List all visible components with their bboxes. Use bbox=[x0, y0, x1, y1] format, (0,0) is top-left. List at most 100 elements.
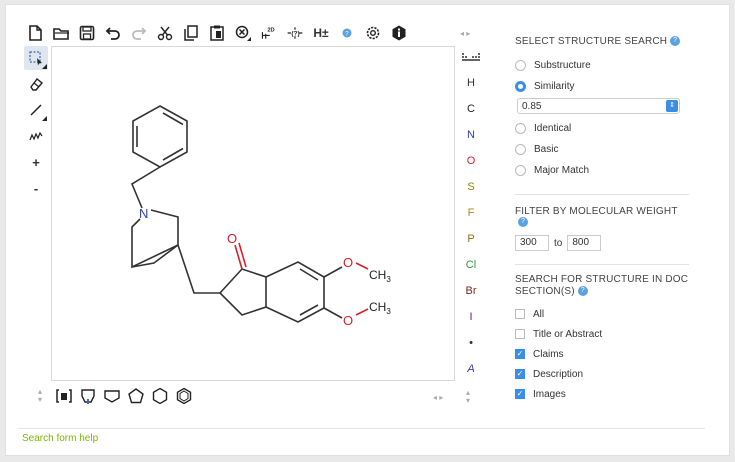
molecule-drawing: N O O O CH3 CH3 bbox=[130, 105, 391, 328]
element-button[interactable]: Br bbox=[460, 278, 482, 304]
settings-gear-icon[interactable] bbox=[360, 21, 386, 45]
radio-identical[interactable]: Identical bbox=[515, 118, 690, 139]
template-library-icon[interactable] bbox=[52, 385, 76, 407]
search-options-panel: SELECT STRUCTURE SEARCH? Substructure Si… bbox=[515, 36, 690, 404]
radio-substructure[interactable]: Substructure bbox=[515, 55, 690, 76]
cyclobutane-ring-icon[interactable] bbox=[100, 385, 124, 407]
bottom-scroll-arrows[interactable]: ◂ ▸ bbox=[433, 393, 443, 402]
toolbar-scroll-arrows[interactable]: ◂ ▸ bbox=[460, 29, 470, 38]
benzene-ring-icon[interactable] bbox=[172, 385, 196, 407]
help-icon[interactable]: ? bbox=[577, 286, 588, 297]
radio-button[interactable] bbox=[515, 60, 526, 71]
radio-major-match[interactable]: Major Match bbox=[515, 160, 690, 181]
section-checkbox-row[interactable]: All bbox=[515, 304, 690, 324]
copy-icon[interactable] bbox=[178, 21, 204, 45]
elements-scroll-arrows[interactable]: ▴ ▾ bbox=[466, 389, 470, 405]
structure-search-heading: SELECT STRUCTURE SEARCH? bbox=[515, 36, 690, 47]
radio-similarity[interactable]: Similarity bbox=[515, 76, 690, 97]
element-button[interactable]: C bbox=[460, 96, 482, 122]
redo-icon[interactable] bbox=[126, 21, 152, 45]
custom-template-icon[interactable] bbox=[76, 385, 100, 407]
checkbox-label: All bbox=[533, 308, 545, 320]
radio-basic[interactable]: Basic bbox=[515, 139, 690, 160]
editor-toolbar: 2D (?) H± ? bbox=[22, 20, 412, 46]
element-button[interactable]: O bbox=[460, 148, 482, 174]
selection-tool-icon[interactable] bbox=[24, 46, 48, 70]
element-button[interactable]: P bbox=[460, 226, 482, 252]
molecular-weight-heading: FILTER BY MOLECULAR WEIGHT? bbox=[515, 206, 678, 228]
eraser-tool-icon[interactable] bbox=[24, 72, 48, 96]
cyclohexane-ring-icon[interactable] bbox=[148, 385, 172, 407]
radio-button[interactable] bbox=[515, 144, 526, 155]
radio-button-selected[interactable] bbox=[515, 81, 526, 92]
divider bbox=[515, 194, 689, 195]
open-folder-icon[interactable] bbox=[48, 21, 74, 45]
checkbox-checked[interactable]: ✓ bbox=[515, 389, 525, 399]
save-icon[interactable] bbox=[74, 21, 100, 45]
methyl-label-2: CH3 bbox=[369, 300, 391, 316]
ketone-oxygen-label: O bbox=[227, 231, 237, 246]
section-checkbox-row[interactable]: ✓ Description bbox=[515, 364, 690, 384]
checkbox-label: Title or Abstract bbox=[533, 328, 603, 340]
to-label: to bbox=[554, 237, 563, 249]
section-checkbox-row[interactable]: ✓ Claims bbox=[515, 344, 690, 364]
check-structure-icon[interactable]: (?) bbox=[282, 21, 308, 45]
divider bbox=[515, 264, 689, 265]
decrease-charge-button[interactable]: - bbox=[24, 176, 48, 200]
ring-template-toolbar: ▴ ▾ bbox=[28, 385, 196, 407]
methyl-label-1: CH3 bbox=[369, 268, 391, 284]
erase-all-icon[interactable] bbox=[230, 21, 256, 45]
select-arrows-icon[interactable]: ⇕ bbox=[666, 100, 678, 112]
element-palette: H C N O S F P Cl Br I • A bbox=[460, 46, 482, 382]
radio-button[interactable] bbox=[515, 123, 526, 134]
checkbox-checked[interactable]: ✓ bbox=[515, 369, 525, 379]
element-button[interactable]: N bbox=[460, 122, 482, 148]
radio-button[interactable] bbox=[515, 165, 526, 176]
checkbox-label: Claims bbox=[533, 348, 564, 360]
clean-2d-icon[interactable]: 2D bbox=[256, 21, 282, 45]
new-document-icon[interactable] bbox=[22, 21, 48, 45]
about-icon[interactable] bbox=[386, 21, 412, 45]
cyclopentane-ring-icon[interactable] bbox=[124, 385, 148, 407]
element-button[interactable]: Cl bbox=[460, 252, 482, 278]
element-button[interactable]: • bbox=[460, 330, 482, 356]
help-icon[interactable]: ? bbox=[518, 217, 528, 228]
help-icon[interactable]: ? bbox=[670, 36, 681, 47]
checkbox-label: Description bbox=[533, 368, 584, 380]
cut-icon[interactable] bbox=[152, 21, 178, 45]
element-button[interactable]: I bbox=[460, 304, 482, 330]
paste-icon[interactable] bbox=[204, 21, 230, 45]
undo-icon[interactable] bbox=[100, 21, 126, 45]
left-tool-palette: + - bbox=[24, 46, 50, 202]
search-form-help-link[interactable]: Search form help bbox=[22, 433, 98, 444]
methoxy-oxygen-label-1: O bbox=[343, 255, 353, 270]
structure-drawing-canvas[interactable]: N O O O CH3 CH3 bbox=[51, 46, 455, 381]
element-button[interactable]: S bbox=[460, 174, 482, 200]
single-bond-tool-icon[interactable] bbox=[24, 98, 48, 122]
section-checkbox-row[interactable]: ✓ Images bbox=[515, 384, 690, 404]
element-button[interactable]: F bbox=[460, 200, 482, 226]
scroll-updown-icon[interactable]: ▴ ▾ bbox=[28, 385, 52, 407]
similarity-threshold-select[interactable]: 0.85 ⇕ bbox=[517, 98, 680, 114]
doc-section-heading: SEARCH FOR STRUCTURE IN DOC SECTION(S)? bbox=[515, 274, 689, 297]
element-button[interactable]: H bbox=[460, 70, 482, 96]
min-weight-input[interactable]: 300 bbox=[515, 235, 549, 251]
chain-tool-icon[interactable] bbox=[24, 124, 48, 148]
checkbox[interactable] bbox=[515, 329, 525, 339]
svg-text:2D: 2D bbox=[267, 27, 274, 33]
methoxy-oxygen-label-2: O bbox=[343, 313, 353, 328]
max-weight-input[interactable]: 800 bbox=[567, 235, 602, 251]
molecular-weight-range: 300 to 800 bbox=[515, 235, 690, 251]
nitrogen-atom-label: N bbox=[139, 206, 148, 221]
checkbox-checked[interactable]: ✓ bbox=[515, 349, 525, 359]
footer-divider bbox=[18, 428, 705, 429]
checkbox-label: Images bbox=[533, 388, 566, 400]
periodic-table-icon[interactable] bbox=[460, 46, 482, 70]
checkbox[interactable] bbox=[515, 309, 525, 319]
section-checkbox-row[interactable]: Title or Abstract bbox=[515, 324, 690, 344]
svg-text:(?): (?) bbox=[291, 30, 299, 37]
element-button[interactable]: A bbox=[460, 356, 482, 382]
explicit-hydrogens-icon[interactable]: H± bbox=[308, 21, 334, 45]
help-info-icon[interactable]: ? bbox=[334, 21, 360, 45]
increase-charge-button[interactable]: + bbox=[24, 150, 48, 174]
